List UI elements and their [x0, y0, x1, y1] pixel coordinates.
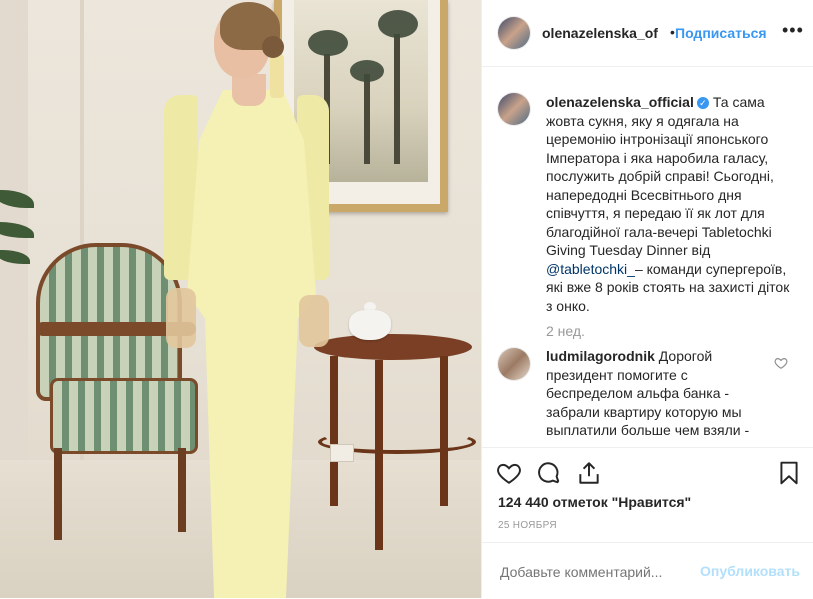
more-options-icon[interactable]: •••: [782, 20, 804, 41]
post-date[interactable]: 25 НОЯБРЯ: [498, 520, 557, 531]
comment: ludmilagorodnik Дорогой президент помоги…: [546, 347, 762, 440]
caption-username[interactable]: olenazelenska_official: [546, 94, 694, 110]
comment-icon[interactable]: [536, 460, 562, 486]
caption-text: Та сама жовта сукня, яку я одягала на це…: [546, 94, 774, 258]
comment-like-heart-icon[interactable]: [774, 356, 788, 370]
caption-time[interactable]: 2 нед.: [546, 323, 585, 339]
bookmark-icon[interactable]: [776, 460, 802, 486]
commenter-avatar[interactable]: [498, 348, 530, 380]
mention-link[interactable]: @tabletochki_: [546, 261, 635, 277]
caption-avatar[interactable]: [498, 93, 530, 125]
heart-icon[interactable]: [496, 460, 522, 486]
post-header: olenazelenska_of • Подписаться •••: [482, 0, 813, 67]
post-sidebar: olenazelenska_of • Подписаться ••• olena…: [481, 0, 813, 598]
add-comment-bar: Опубликовать: [482, 542, 813, 599]
follow-button[interactable]: Подписаться: [675, 25, 767, 41]
share-icon[interactable]: [576, 460, 602, 486]
likes-count[interactable]: 124 440 отметок "Нравится": [498, 494, 691, 510]
author-avatar[interactable]: [498, 17, 530, 49]
instagram-post: olenazelenska_of • Подписаться ••• olena…: [0, 0, 813, 598]
add-comment-input[interactable]: [498, 563, 702, 581]
caption: olenazelenska_official ✓ Та сама жовта сук…: [546, 93, 796, 315]
publish-button[interactable]: Опубликовать: [700, 563, 800, 579]
post-photo[interactable]: [0, 0, 481, 598]
verified-badge-icon: ✓: [696, 97, 709, 109]
porcelain-vase: [349, 310, 391, 340]
wall-outlet: [330, 444, 354, 462]
author-username[interactable]: olenazelenska_of: [542, 25, 658, 41]
commenter-username[interactable]: ludmilagorodnik: [546, 348, 655, 364]
comments-area[interactable]: olenazelenska_official ✓ Та сама жовта сук…: [482, 67, 813, 447]
